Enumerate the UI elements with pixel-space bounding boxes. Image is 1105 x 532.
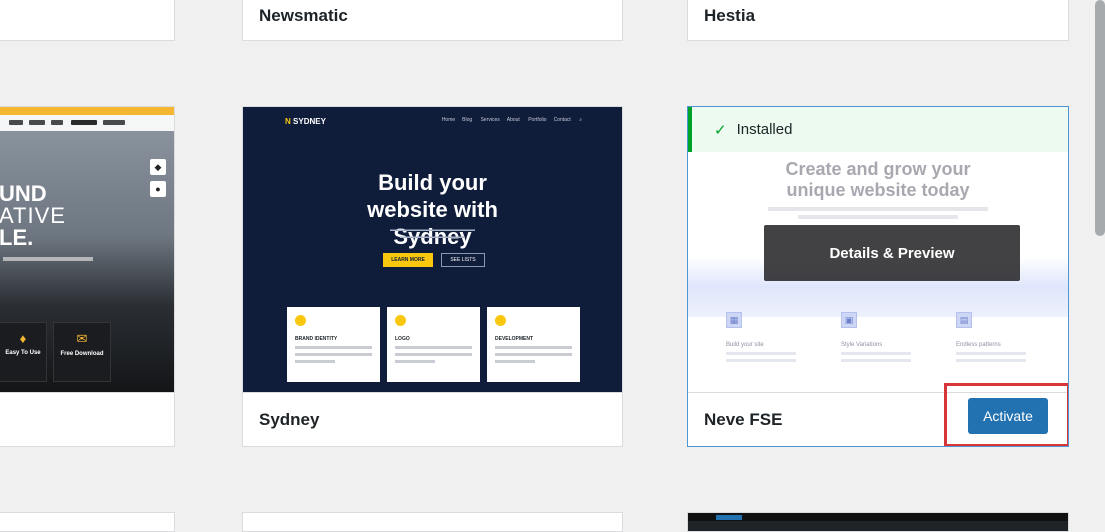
theme-name-bar: Sydney <box>243 392 622 446</box>
pattern-icon: ▤ <box>956 312 972 328</box>
preview-feature: ♦ Easy To Use <box>0 322 47 382</box>
preview-logo: N SYDNEY <box>285 117 326 126</box>
preview-subtext: ▬▬▬▬▬▬▬▬▬▬▬▬▬▬▬▬▬ ▬▬▬▬▬▬▬▬▬▬▬▬▬ <box>390 227 475 240</box>
theme-name: Neve FSE <box>704 409 783 429</box>
theme-card-neve-fse[interactable]: Create and grow your unique website toda… <box>687 106 1069 447</box>
theme-name: Hestia <box>704 6 756 25</box>
theme-card-sydney[interactable]: N SYDNEY Home Blog Services About Portfoli… <box>242 106 623 447</box>
preview-side-icon: ● <box>150 181 166 197</box>
preview-subtext <box>3 257 93 261</box>
checkmark-icon: ✓ <box>714 121 727 139</box>
preview-feature: BRAND IDENTITY <box>287 307 380 382</box>
preview-feature: LOGO <box>387 307 480 382</box>
details-preview-button[interactable]: Details & Preview <box>764 225 1020 281</box>
theme-card-left-top[interactable] <box>0 0 175 41</box>
theme-card-bottom-right[interactable] <box>687 512 1069 532</box>
scrollbar-thumb[interactable] <box>1095 0 1105 236</box>
preview-subtext <box>768 207 988 211</box>
theme-card-left[interactable]: UND ATIVE LE. ◆ ● ♦ Easy To Use ✉ Free D… <box>0 106 175 447</box>
preview-nav <box>0 115 174 131</box>
theme-screenshot: Create and grow your unique website toda… <box>688 107 1068 392</box>
activate-button[interactable]: Activate <box>968 398 1048 434</box>
layout-icon: ▦ <box>726 312 742 328</box>
preview-button-primary: LEARN MORE <box>383 253 433 267</box>
preview-feature: ▦ Build your site <box>726 312 836 362</box>
preview-title: Create and grow your unique website toda… <box>785 159 971 200</box>
installed-notice: ✓ Installed <box>688 107 1068 152</box>
theme-card-newsmatic[interactable]: Newsmatic <box>242 0 623 41</box>
preview-topbar <box>688 513 1068 521</box>
theme-card-bottom-left[interactable] <box>0 512 175 532</box>
theme-name-bar <box>0 392 174 446</box>
preview-subtext <box>798 215 958 219</box>
theme-card-hestia[interactable]: Hestia <box>687 0 1069 41</box>
theme-name: Sydney <box>259 409 320 429</box>
preview-topbar <box>0 107 174 115</box>
installed-label: Installed <box>736 121 793 138</box>
preview-side-icon: ◆ <box>150 159 166 175</box>
preview-feature: ▣ Style Variations <box>841 312 951 362</box>
preview-feature: DEVELOPMENT <box>487 307 580 382</box>
theme-card-bottom-middle[interactable] <box>242 512 623 532</box>
theme-screenshot: N SYDNEY Home Blog Services About Portfoli… <box>243 107 622 392</box>
preview-button-secondary: SEE LISTS <box>441 253 485 267</box>
preview-nav: Home Blog Services About Portfolio Contact … <box>441 117 582 123</box>
preview-feature: ▤ Endless patterns <box>956 312 1066 362</box>
preview-hero-text: UND ATIVE LE. <box>0 181 66 250</box>
theme-screenshot: UND ATIVE LE. ◆ ● ♦ Easy To Use ✉ Free D… <box>0 107 174 392</box>
palette-icon: ▣ <box>841 312 857 328</box>
theme-name: Newsmatic <box>259 6 348 25</box>
preview-feature: ✉ Free Download <box>53 322 111 382</box>
